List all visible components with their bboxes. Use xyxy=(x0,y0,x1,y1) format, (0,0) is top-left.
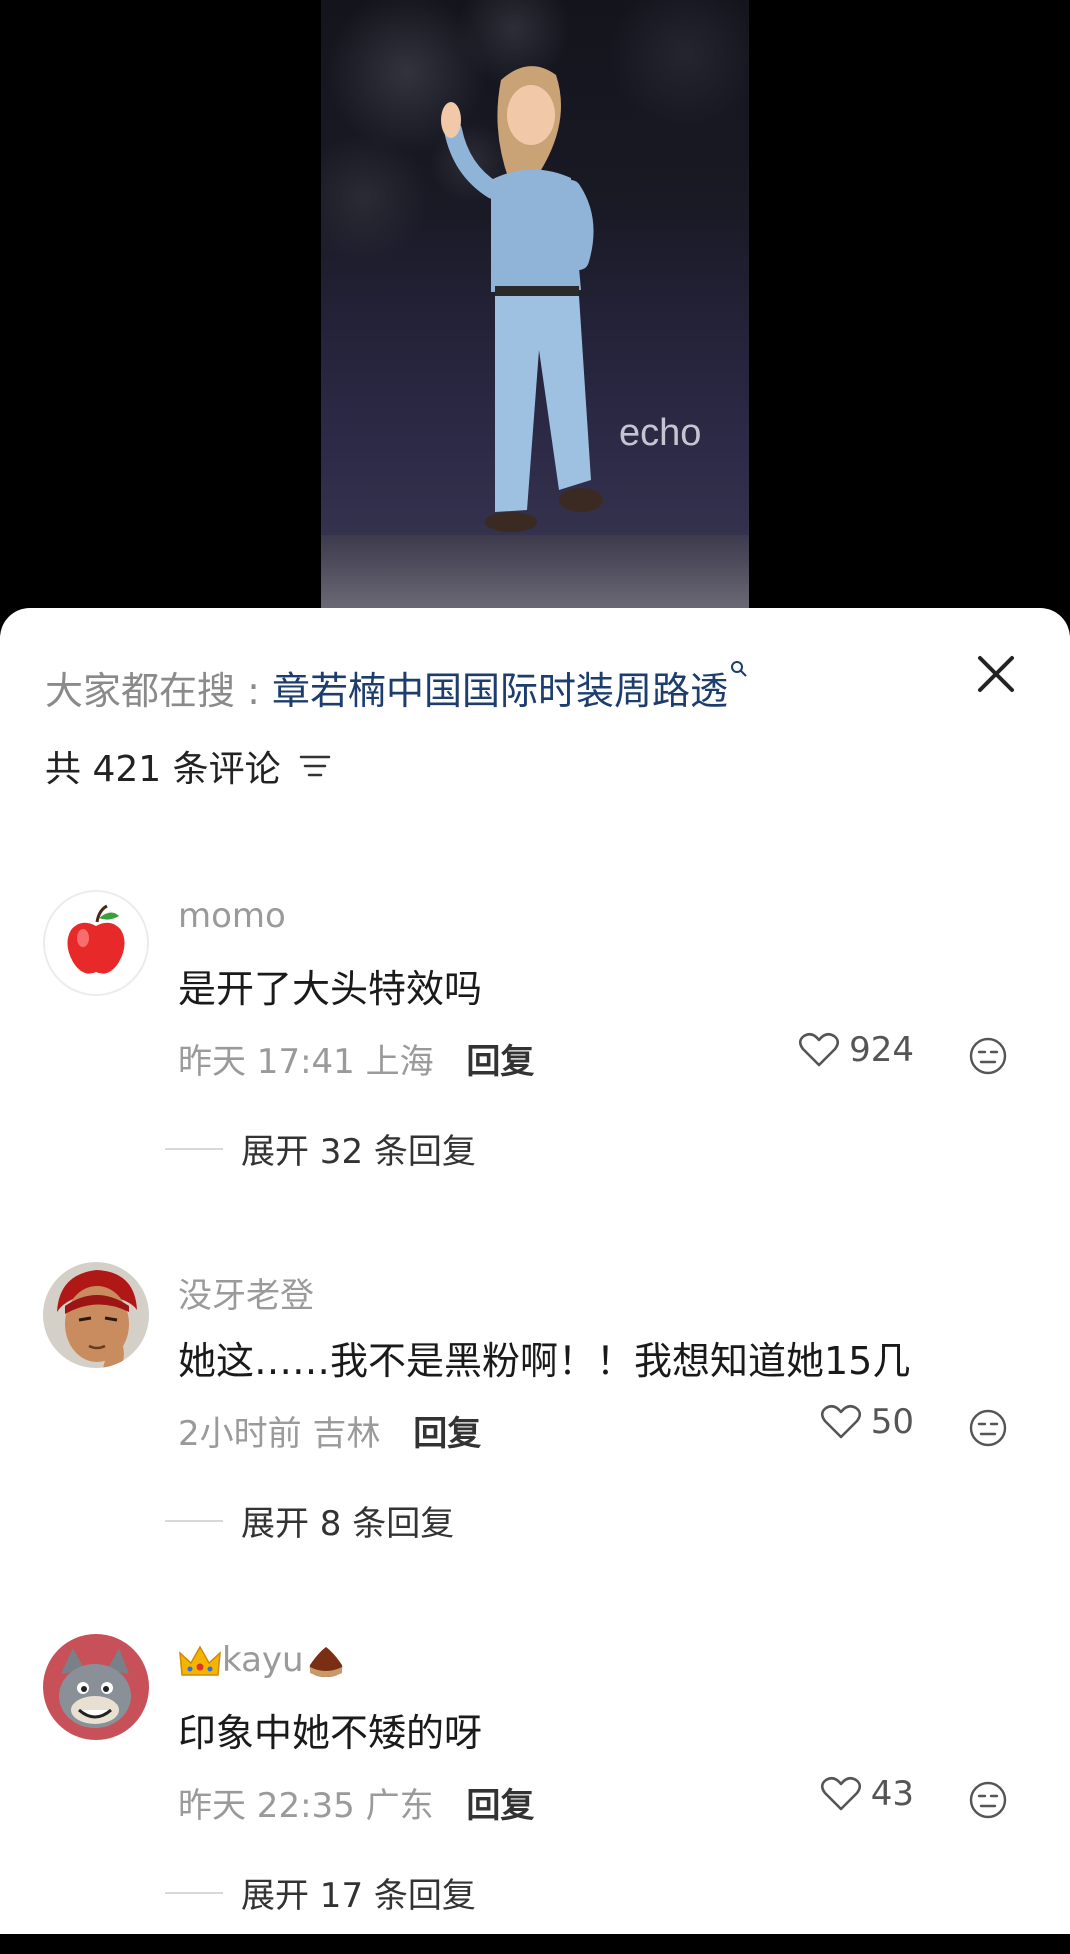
comment-username-text: kayu xyxy=(222,1640,304,1680)
trending-search-prefix: 大家都在搜 : xyxy=(45,669,272,713)
expand-replies[interactable]: 展开 17 条回复 xyxy=(165,1868,476,1917)
expand-replies-label: 展开 8 条回复 xyxy=(241,1504,455,1544)
comment-location: 上海 xyxy=(365,1042,434,1082)
apple-icon xyxy=(67,904,125,974)
avatar[interactable] xyxy=(43,890,149,996)
reply-button[interactable]: 回复 xyxy=(466,1786,534,1826)
expand-replies-label: 展开 32 条回复 xyxy=(241,1132,476,1172)
heart-icon xyxy=(820,1404,861,1439)
expand-replies[interactable]: 展开 32 条回复 xyxy=(165,1124,476,1173)
comment-count-row: 共 421 条评论 xyxy=(45,740,331,792)
like-count: 43 xyxy=(870,1774,914,1814)
like-count: 50 xyxy=(870,1402,914,1442)
sort-filter-icon[interactable] xyxy=(299,752,331,780)
search-icon xyxy=(730,661,747,677)
reply-button[interactable]: 回复 xyxy=(413,1414,481,1454)
expand-replies-label: 展开 17 条回复 xyxy=(241,1876,476,1916)
comment-username[interactable]: 没牙老登 xyxy=(178,1268,314,1317)
video-watermark: echo xyxy=(619,412,702,454)
like-button[interactable]: 43 xyxy=(820,1774,914,1814)
emoji-reaction-icon[interactable] xyxy=(968,1036,1008,1076)
comment-text: 是开了大头特效吗 xyxy=(178,967,483,1011)
comment-time: 昨天 17:41 xyxy=(178,1042,355,1082)
cartoon-cat-avatar xyxy=(43,1634,149,1740)
close-icon[interactable] xyxy=(972,650,1020,698)
video-player[interactable]: echo xyxy=(0,0,1070,620)
comment-text: 她这……我不是黑粉啊！！我想知道她15几 xyxy=(178,1339,911,1383)
avatar[interactable] xyxy=(43,1262,149,1368)
model-figure xyxy=(441,66,603,532)
comment-count: 共 421 条评论 xyxy=(45,749,281,790)
divider-line xyxy=(165,1147,223,1150)
comment-item: kayu 印象中她不矮的呀 昨天 22:35 广东 回复 43 展开 17 条回… xyxy=(0,1634,1070,1954)
chestnut-emoji-icon xyxy=(309,1646,342,1677)
video-frame[interactable]: echo xyxy=(321,0,749,610)
reply-button[interactable]: 回复 xyxy=(466,1042,534,1082)
comment-location: 吉林 xyxy=(312,1414,381,1454)
heart-icon xyxy=(799,1032,840,1067)
trending-search-term[interactable]: 章若楠中国国际时装周路透 xyxy=(272,669,728,713)
trending-search-bar[interactable]: 大家都在搜 : 章若楠中国国际时装周路透 xyxy=(45,660,748,715)
comment-meta: 2小时前 吉林 回复 xyxy=(178,1406,481,1455)
comments-sheet: 大家都在搜 : 章若楠中国国际时装周路透 共 421 条评论 momo 是开了大… xyxy=(0,608,1070,1934)
comment-text: 印象中她不矮的呀 xyxy=(178,1711,483,1755)
comment-meta: 昨天 22:35 广东 回复 xyxy=(178,1778,534,1827)
expand-replies[interactable]: 展开 8 条回复 xyxy=(165,1496,454,1545)
anime-character-avatar xyxy=(43,1262,149,1368)
crown-emoji-icon xyxy=(179,1644,221,1676)
comment-username[interactable]: kayu xyxy=(178,1640,348,1681)
emoji-reaction-icon[interactable] xyxy=(968,1780,1008,1820)
divider-line xyxy=(165,1891,223,1894)
comment-username[interactable]: momo xyxy=(178,896,286,936)
heart-icon xyxy=(820,1776,861,1811)
comment-item: momo 是开了大头特效吗 昨天 17:41 上海 回复 924 展开 32 条… xyxy=(0,890,1070,1210)
divider-line xyxy=(165,1519,223,1522)
avatar[interactable] xyxy=(43,1634,149,1740)
like-button[interactable]: 50 xyxy=(820,1402,914,1442)
like-button[interactable]: 924 xyxy=(799,1030,914,1070)
comment-meta: 昨天 17:41 上海 回复 xyxy=(178,1034,534,1083)
comment-item: 没牙老登 她这……我不是黑粉啊！！我想知道她15几 2小时前 吉林 回复 50 … xyxy=(0,1262,1070,1582)
comment-time: 昨天 22:35 xyxy=(178,1786,355,1826)
emoji-reaction-icon[interactable] xyxy=(968,1408,1008,1448)
comment-time: 2小时前 xyxy=(178,1414,302,1454)
like-count: 924 xyxy=(849,1030,914,1070)
comment-location: 广东 xyxy=(365,1786,434,1826)
